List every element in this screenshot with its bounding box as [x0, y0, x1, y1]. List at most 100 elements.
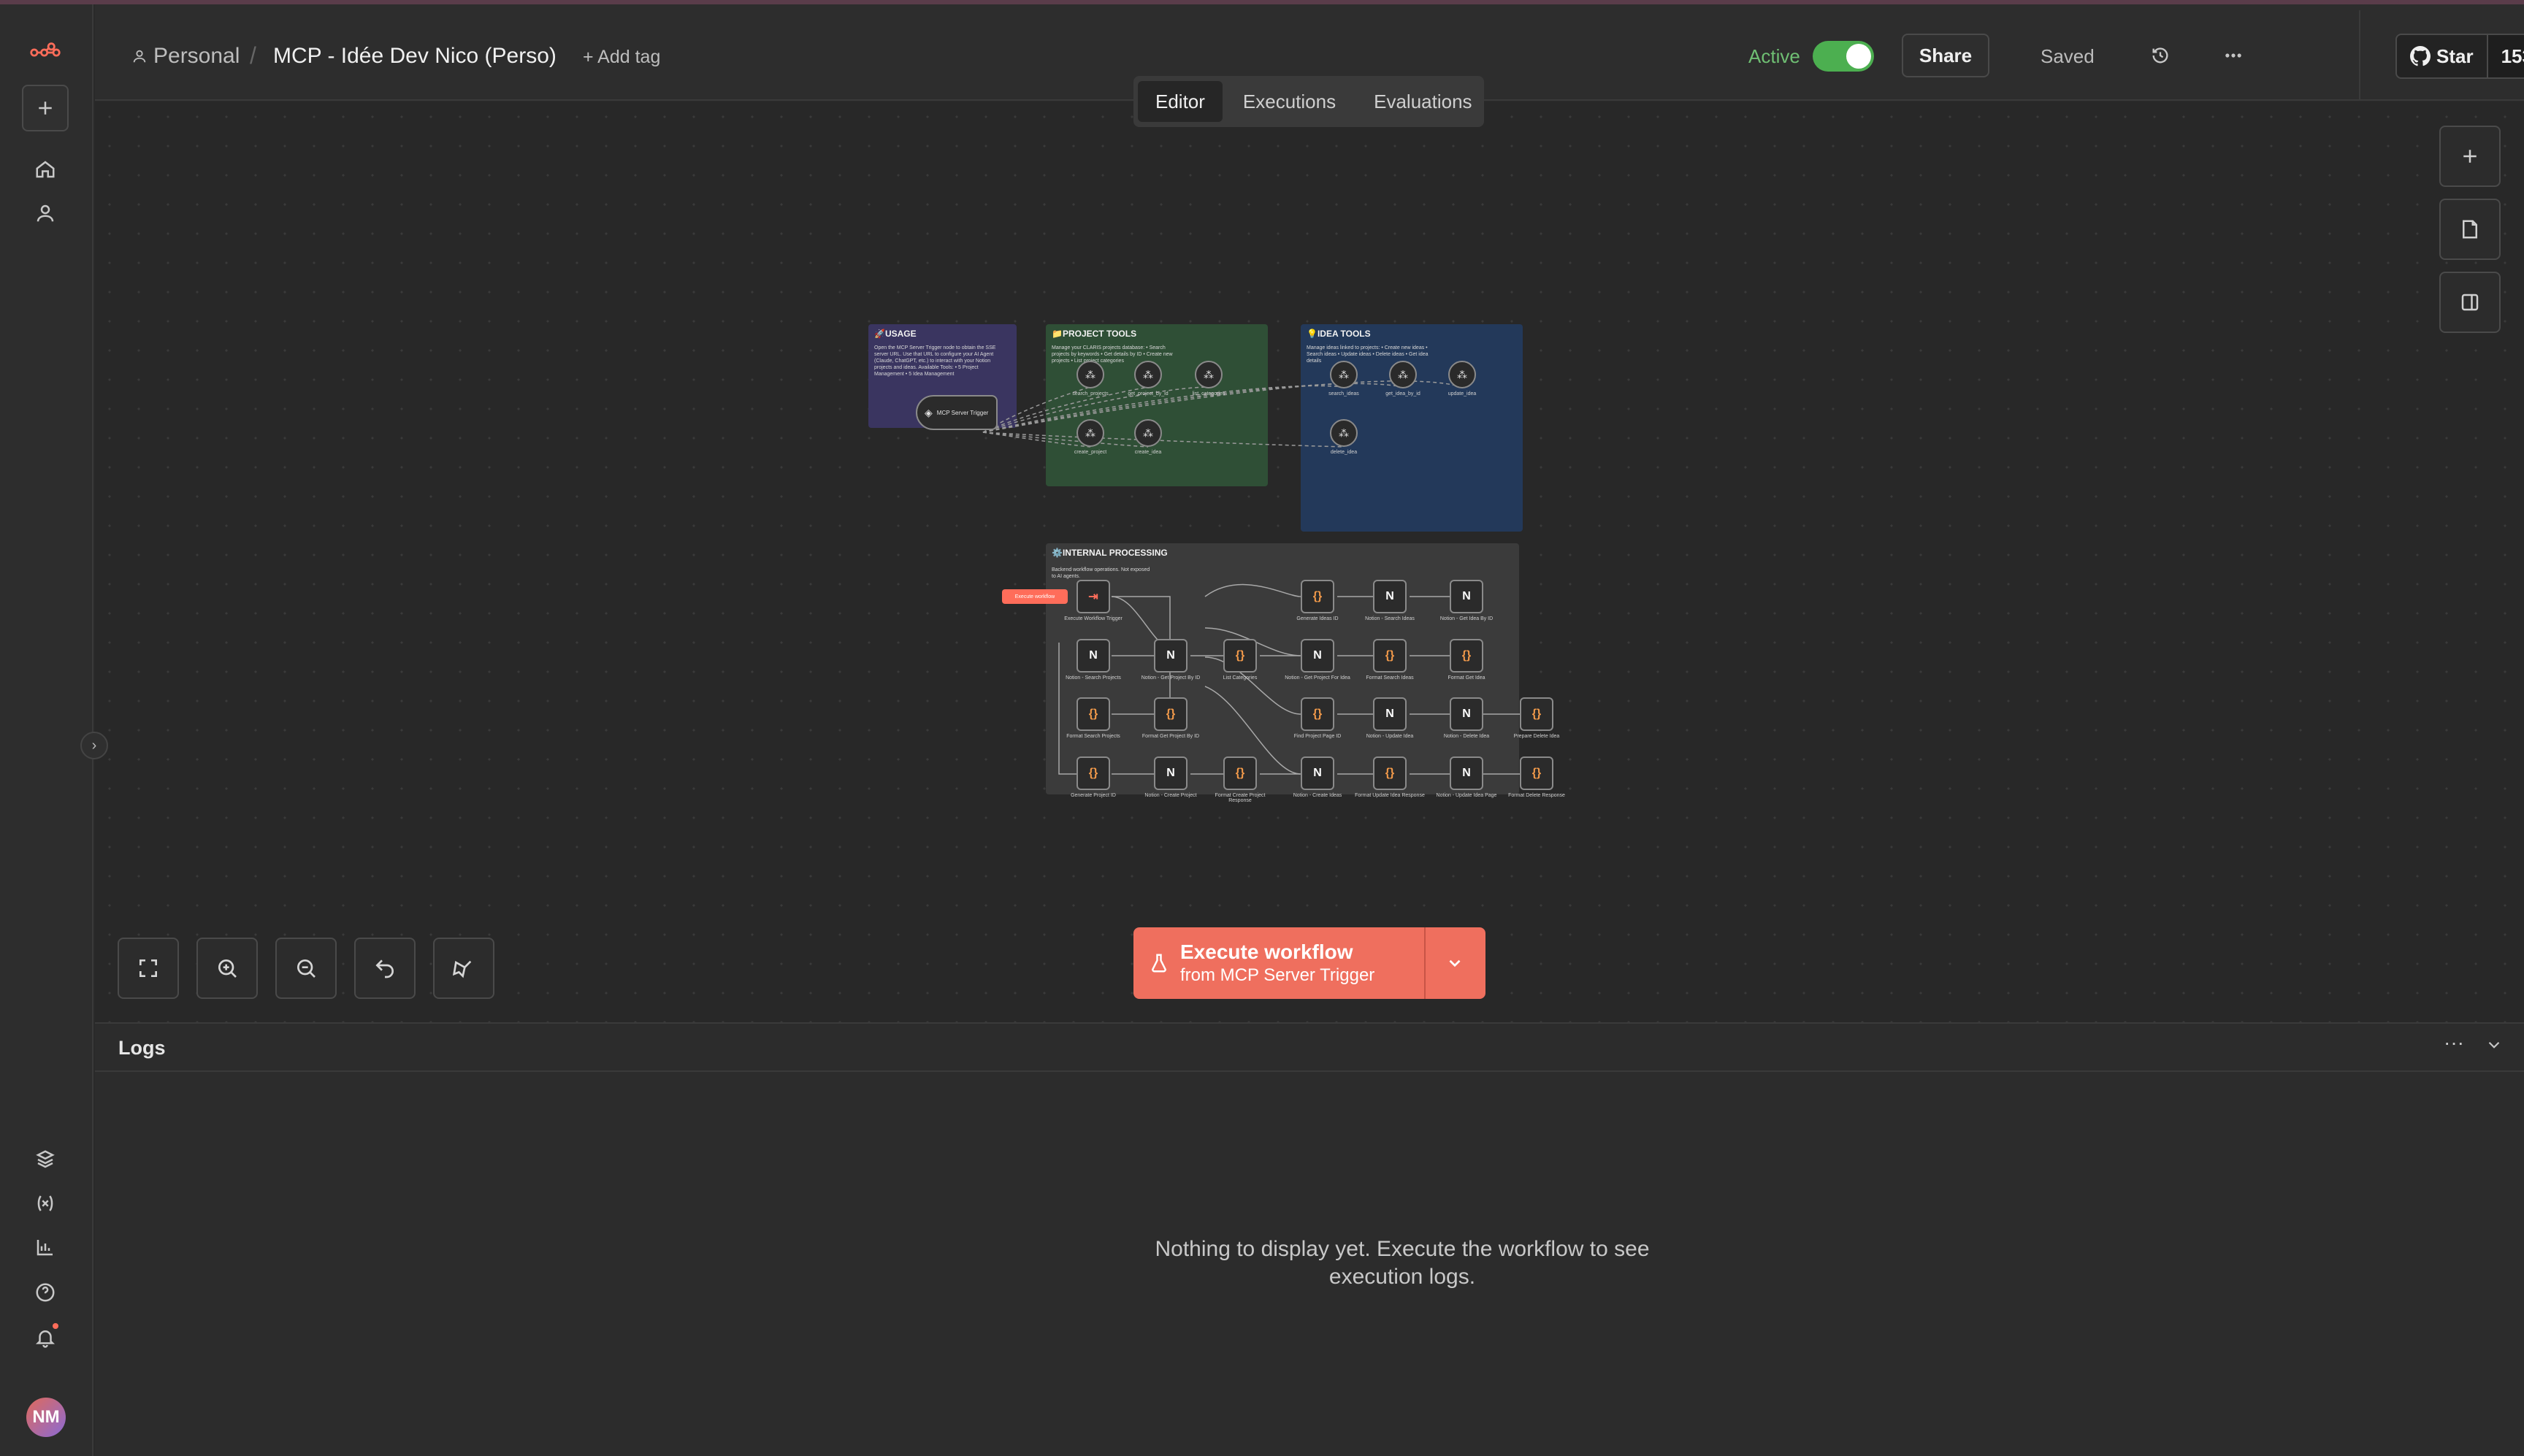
active-label: Active [1748, 45, 1800, 67]
notion-search-projects-node[interactable]: N [1076, 639, 1110, 673]
find-project-page-id-node[interactable]: {} [1301, 697, 1334, 731]
notion-get-project-by-id-node[interactable]: N [1154, 639, 1188, 673]
notion-get-idea-by-id-node[interactable]: N [1450, 580, 1483, 613]
tool-node-create-project[interactable]: ⁂ [1076, 419, 1104, 447]
tab-editor[interactable]: Editor [1138, 81, 1223, 122]
tool-node-create-idea[interactable]: ⁂ [1134, 419, 1162, 447]
logs-header[interactable]: Logs ··· [95, 1024, 2524, 1072]
node-label: Generate Ideas ID [1296, 616, 1339, 621]
execute-workflow-trigger-node[interactable]: ⇥ [1076, 580, 1110, 613]
help-icon[interactable] [22, 1269, 69, 1316]
format-create-project-response-node[interactable]: {} [1223, 756, 1257, 790]
left-sidebar: NM [0, 4, 93, 1456]
tool-node-get-idea-by-id[interactable]: ⁂ [1389, 361, 1417, 388]
generate-project-id-node[interactable]: {} [1076, 756, 1110, 790]
logs-collapse-icon[interactable] [2485, 1035, 2506, 1057]
tool-node-delete-idea[interactable]: ⁂ [1330, 419, 1358, 447]
tool-label: get_project_by_id [1128, 391, 1169, 396]
format-get-project-by-id-node[interactable]: {} [1154, 697, 1188, 731]
tab-evaluations[interactable]: Evaluations [1356, 81, 1489, 122]
format-search-projects-node[interactable]: {} [1076, 697, 1110, 731]
execute-workflow-pill[interactable]: Execute workflow [1002, 589, 1068, 604]
notion-create-ideas-node[interactable]: N [1301, 756, 1334, 790]
github-star-button[interactable]: Star [2397, 35, 2488, 77]
tool-node-search-projects[interactable]: ⁂ [1076, 361, 1104, 388]
format-update-idea-response-node[interactable]: {} [1373, 756, 1407, 790]
tool-node-get-project-by-id[interactable]: ⁂ [1134, 361, 1162, 388]
view-tabs: Editor Executions Evaluations [1133, 76, 1484, 127]
list-categories-node[interactable]: {} [1223, 639, 1257, 673]
workflow-title[interactable]: MCP - Idée Dev Nico (Perso) [273, 44, 557, 69]
sidebar-expand-button[interactable]: › [80, 732, 108, 759]
breadcrumb-personal-label: Personal [153, 44, 240, 68]
sticky-usage-title: 🚀USAGE [874, 329, 917, 339]
node-label: List Categories [1223, 675, 1258, 681]
tidy-up-button[interactable] [433, 938, 494, 999]
zoom-in-button[interactable] [196, 938, 258, 999]
templates-icon[interactable] [22, 1136, 69, 1183]
tool-icon: ⁂ [1457, 368, 1467, 380]
generate-ideas-id-node[interactable]: {} [1301, 580, 1334, 613]
toggle-panel-button[interactable] [2439, 272, 2501, 333]
node-label: Notion - Delete Idea [1443, 734, 1490, 739]
node-label: Notion - Update Idea [1366, 734, 1414, 739]
execute-workflow-button[interactable]: Execute workflow from MCP Server Trigger [1133, 927, 1426, 999]
n8n-logo-icon[interactable] [22, 29, 69, 76]
create-plus-button[interactable] [22, 85, 69, 131]
zoom-out-icon [297, 959, 316, 978]
node-label: Notion - Create Ideas [1293, 793, 1342, 798]
node-label: Notion - Get Project For Idea [1285, 675, 1350, 681]
breadcrumb-personal[interactable]: Personal [131, 44, 240, 69]
tool-node-update-idea[interactable]: ⁂ [1448, 361, 1476, 388]
active-toggle[interactable] [1813, 41, 1874, 72]
execute-workflow-sublabel: from MCP Server Trigger [1180, 965, 1375, 985]
share-button[interactable]: Share [1902, 34, 1989, 77]
notion-search-ideas-node[interactable]: N [1373, 580, 1407, 613]
add-sticky-note-button[interactable] [2439, 199, 2501, 260]
sticky-project-tools[interactable]: 📁PROJECT TOOLS Manage your CLARIS projec… [1046, 324, 1268, 486]
tool-node-search-ideas[interactable]: ⁂ [1330, 361, 1358, 388]
person-icon [133, 50, 146, 63]
format-get-idea-node[interactable]: {} [1450, 639, 1483, 673]
notion-get-project-for-idea-node[interactable]: N [1301, 639, 1334, 673]
mcp-server-trigger-node[interactable]: ◈ MCP Server Trigger [916, 395, 998, 430]
execute-trigger-dropdown[interactable] [1426, 927, 1484, 999]
notion-update-idea-page-node[interactable]: N [1450, 756, 1483, 790]
sticky-internal-processing[interactable]: ⚙️INTERNAL PROCESSING Backend workflow o… [1046, 543, 1519, 794]
node-label: Format Update Idea Response [1355, 793, 1425, 798]
undo-button[interactable] [354, 938, 416, 999]
prepare-delete-idea-node[interactable]: {} [1520, 697, 1553, 731]
node-label: Notion - Search Projects [1066, 675, 1121, 681]
insights-icon[interactable] [22, 1224, 69, 1271]
variables-icon[interactable] [22, 1180, 69, 1227]
home-icon[interactable] [22, 146, 69, 193]
logs-panel: Logs ··· Nothing to display yet. Execute… [95, 1022, 2524, 1456]
saved-status: Saved [2041, 45, 2095, 67]
notion-delete-idea-node[interactable]: N [1450, 697, 1483, 731]
notion-create-project-node[interactable]: N [1154, 756, 1188, 790]
logs-more-icon[interactable]: ··· [2444, 1031, 2464, 1054]
github-star-widget[interactable]: Star 153,158 [2395, 34, 2524, 79]
app-window: NM › Personal / MCP - Idée Dev Nico (Per… [0, 0, 2524, 1456]
github-star-label: Star [2436, 45, 2474, 67]
node-label: Notion - Search Ideas [1365, 616, 1415, 621]
user-icon[interactable] [22, 190, 69, 237]
notion-update-idea-node[interactable]: N [1373, 697, 1407, 731]
node-label: Format Search Ideas [1366, 675, 1414, 681]
history-icon[interactable] [2144, 39, 2176, 72]
tool-node-list-categories[interactable]: ⁂ [1195, 361, 1223, 388]
logs-title: Logs [118, 1037, 166, 1059]
add-node-button[interactable] [2439, 126, 2501, 187]
node-label: Prepare Delete Idea [1513, 734, 1560, 739]
bell-icon[interactable] [22, 1314, 69, 1361]
tab-executions[interactable]: Executions [1225, 81, 1353, 122]
format-delete-response-node[interactable]: {} [1520, 756, 1553, 790]
user-avatar[interactable]: NM [26, 1398, 66, 1437]
more-options-icon[interactable] [2217, 39, 2249, 72]
mcp-trigger-label: MCP Server Trigger [936, 409, 989, 416]
fit-view-button[interactable] [118, 938, 179, 999]
add-tag-button[interactable]: + Add tag [583, 47, 660, 68]
format-search-ideas-node[interactable]: {} [1373, 639, 1407, 673]
zoom-out-button[interactable] [275, 938, 337, 999]
broom-icon [452, 960, 472, 978]
